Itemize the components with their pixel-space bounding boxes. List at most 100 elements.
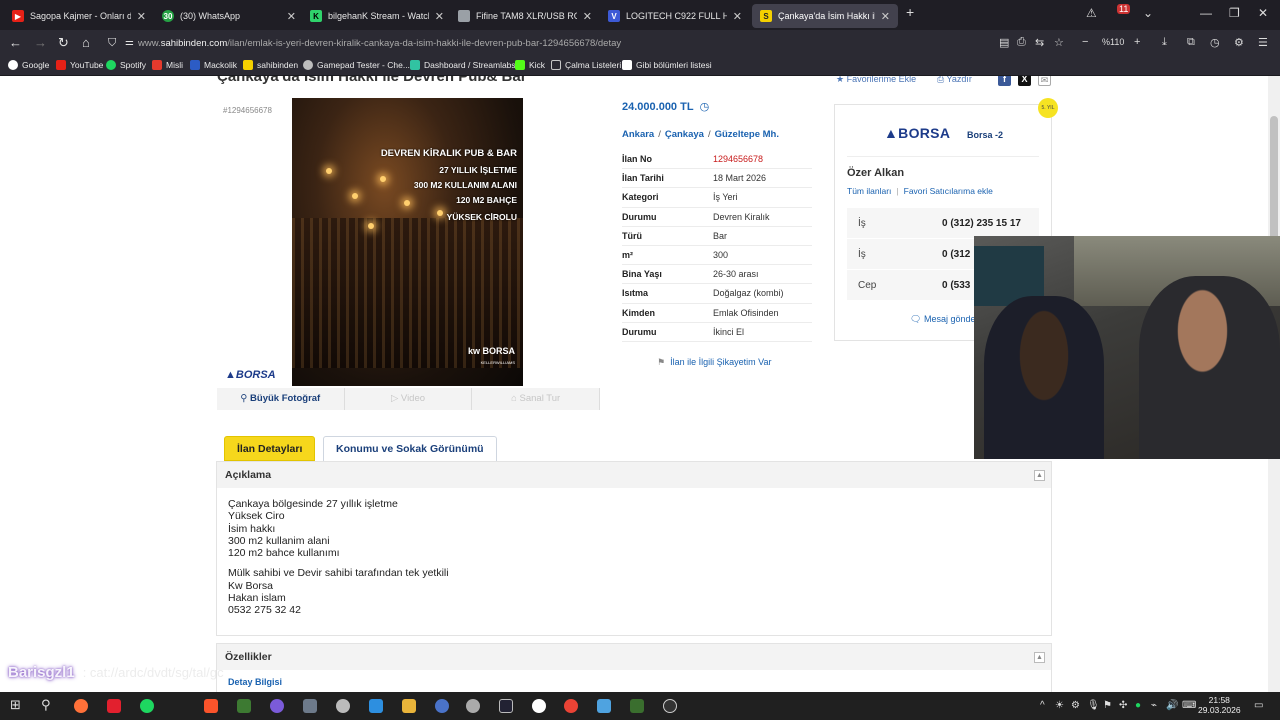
keyboard-icon[interactable]: ⌨	[1182, 700, 1196, 711]
spotify-icon[interactable]	[140, 699, 154, 713]
address-bar[interactable]: www. sahibinden.com/ilan/emlak-is-yeri-de…	[138, 33, 998, 53]
app-icon[interactable]	[630, 699, 644, 713]
download-icon[interactable]: ⤓	[1162, 36, 1167, 49]
tab-logitech[interactable]: V LOGITECH C922 FULL HD STRE ✕	[600, 4, 750, 28]
file-explorer-icon[interactable]	[402, 699, 416, 713]
close-icon[interactable]: ✕	[137, 10, 146, 23]
tray-icon[interactable]: ☀	[1055, 700, 1064, 711]
app-icon[interactable]	[597, 699, 611, 713]
tray-chevron-icon[interactable]: ^	[1040, 700, 1045, 711]
extensions-icon[interactable]: ⧉	[1187, 36, 1195, 49]
windows-start-icon[interactable]: ⊞	[10, 697, 21, 713]
home-icon[interactable]: ⌂	[82, 35, 90, 51]
reader-icon[interactable]: ▤	[999, 36, 1009, 49]
chrome-icon[interactable]	[564, 699, 578, 713]
tab-kick-stream[interactable]: K bilgehanK Stream - Watch Live ✕	[302, 4, 452, 28]
translate-icon[interactable]: ⇆	[1035, 36, 1044, 49]
close-icon[interactable]: ✕	[583, 10, 592, 23]
volume-icon[interactable]: 🔊	[1166, 700, 1178, 711]
close-icon[interactable]: ✕	[287, 10, 296, 23]
app-icon[interactable]	[499, 699, 513, 713]
complaint-link[interactable]: ⚑ İlan ile İlgili Şikayetim Var	[657, 357, 771, 368]
description-header[interactable]: Açıklama ▲	[217, 462, 1051, 488]
phone-row[interactable]: İş 0 (312) 235 15 17	[847, 208, 1039, 239]
collapse-icon[interactable]: ▲	[1034, 652, 1045, 663]
scrollbar-thumb[interactable]	[1270, 116, 1278, 256]
close-window-icon[interactable]: ✕	[1258, 6, 1268, 20]
app-icon[interactable]	[435, 699, 449, 713]
tab-sahibinden-active[interactable]: S Çankaya'da İsim Hakkı ile Devre ✕	[752, 4, 898, 28]
facebook-icon[interactable]: f	[998, 76, 1011, 86]
large-photo-button[interactable]: ⚲ Büyük Fotoğraf	[217, 388, 345, 410]
features-header[interactable]: Özellikler ▲	[217, 644, 1051, 670]
close-icon[interactable]: ✕	[733, 10, 742, 23]
new-tab-button[interactable]: +	[906, 4, 914, 20]
favorite-seller-link[interactable]: Favori Satıcılarıma ekle	[904, 186, 993, 196]
star-icon[interactable]: ☆	[1054, 36, 1064, 49]
x-icon[interactable]: X	[1018, 76, 1031, 86]
bookmark-sahibinden[interactable]: sahibinden	[243, 60, 298, 70]
listing-photo[interactable]: DEVREN KİRALIK PUB & BAR 27 YILLIK İŞLET…	[292, 98, 523, 386]
search-icon[interactable]: ⚲	[41, 697, 51, 713]
network-icon[interactable]: ⌁	[1151, 700, 1157, 711]
tab-listing-details[interactable]: İlan Detayları	[224, 436, 316, 461]
location-neighborhood-link[interactable]: Güzeltepe Mh.	[715, 129, 779, 140]
virtual-tour-button[interactable]: ⌂ Sanal Tur	[472, 388, 601, 410]
tab-fifine[interactable]: Fifine TAM8 XLR/USB RGB Beya ✕	[450, 4, 600, 28]
mail-icon[interactable]: ✉	[1038, 76, 1051, 86]
reload-icon[interactable]: ↻	[58, 35, 69, 51]
zoom-in-icon[interactable]: +	[1134, 36, 1140, 48]
minimize-icon[interactable]: —	[1200, 6, 1212, 20]
close-icon[interactable]: ✕	[881, 10, 890, 23]
send-message-link[interactable]: 🗨 Mesaj gönde	[910, 314, 976, 325]
zoom-out-icon[interactable]: −	[1082, 36, 1088, 48]
tab-youtube[interactable]: ▶ Sagopa Kajmer - Onları da ✕	[4, 4, 154, 28]
close-icon[interactable]: ✕	[435, 10, 444, 23]
all-listings-link[interactable]: Tüm ilanları	[847, 186, 891, 196]
bookmark-misli[interactable]: Misli	[152, 60, 183, 70]
app-icon[interactable]	[663, 699, 677, 713]
tab-whatsapp[interactable]: 30 (30) WhatsApp ✕	[154, 4, 304, 28]
bookmark-calma-listeleri[interactable]: Çalma Listeleri	[551, 60, 621, 70]
bookmark-google[interactable]: Google	[8, 60, 49, 70]
print-link[interactable]: ⎙ Yazdır	[937, 76, 972, 85]
minecraft-icon[interactable]	[237, 699, 251, 713]
discord-icon[interactable]	[270, 699, 284, 713]
bookmark-gibi[interactable]: Gibi bölümleri listesi	[622, 60, 712, 70]
collapse-icon[interactable]: ▲	[1034, 470, 1045, 481]
bookmark-mackolik[interactable]: Mackolik	[190, 60, 237, 70]
bookmark-spotify[interactable]: Spotify	[106, 60, 146, 70]
store-name[interactable]: Borsa -2	[967, 130, 1003, 140]
shield-icon[interactable]: ⛉	[108, 35, 116, 51]
tray-icon[interactable]: ⚙	[1071, 700, 1080, 711]
menu-icon[interactable]: ☰	[1258, 36, 1268, 49]
back-icon[interactable]: ←	[9, 35, 22, 51]
bookmark-youtube[interactable]: YouTube	[56, 60, 103, 70]
site-settings-icon[interactable]: ⚌	[125, 35, 134, 51]
zoom-level[interactable]: %110	[1102, 37, 1124, 47]
red-app-icon[interactable]	[107, 699, 121, 713]
obs-icon[interactable]	[532, 699, 546, 713]
forward-icon[interactable]: →	[34, 35, 47, 51]
bookmark-gamepad-tester[interactable]: Gamepad Tester - Che...	[303, 60, 410, 70]
spotify-tray-icon[interactable]: ●	[1135, 700, 1141, 711]
app-icon[interactable]	[369, 699, 383, 713]
tab-location-street-view[interactable]: Konumu ve Sokak Görünümü	[323, 436, 497, 461]
brave-icon[interactable]	[204, 699, 218, 713]
settings-icon[interactable]: ⚙	[1234, 36, 1244, 49]
tray-icon[interactable]: ✣	[1119, 700, 1127, 711]
location-district-link[interactable]: Çankaya	[665, 129, 704, 140]
system-clock[interactable]: 21:58 29.03.2026	[1198, 695, 1241, 715]
notification-icon[interactable]: 11	[1117, 4, 1131, 14]
mic-icon[interactable]: 🎙	[1087, 700, 1100, 711]
calculator-icon[interactable]	[303, 699, 317, 713]
add-favorite-link[interactable]: ★ Favorilerime Ekle	[836, 76, 916, 85]
tray-icon[interactable]: ⚑	[1103, 700, 1112, 711]
screenshot-icon[interactable]: ⎙	[1017, 36, 1026, 49]
location-city-link[interactable]: Ankara	[622, 129, 654, 140]
tab-list-icon[interactable]: ⌄	[1143, 6, 1153, 20]
settings-icon[interactable]	[466, 699, 480, 713]
firefox-icon[interactable]	[74, 699, 88, 713]
bookmark-kick[interactable]: Kick	[515, 60, 545, 70]
app-icon[interactable]	[336, 699, 350, 713]
